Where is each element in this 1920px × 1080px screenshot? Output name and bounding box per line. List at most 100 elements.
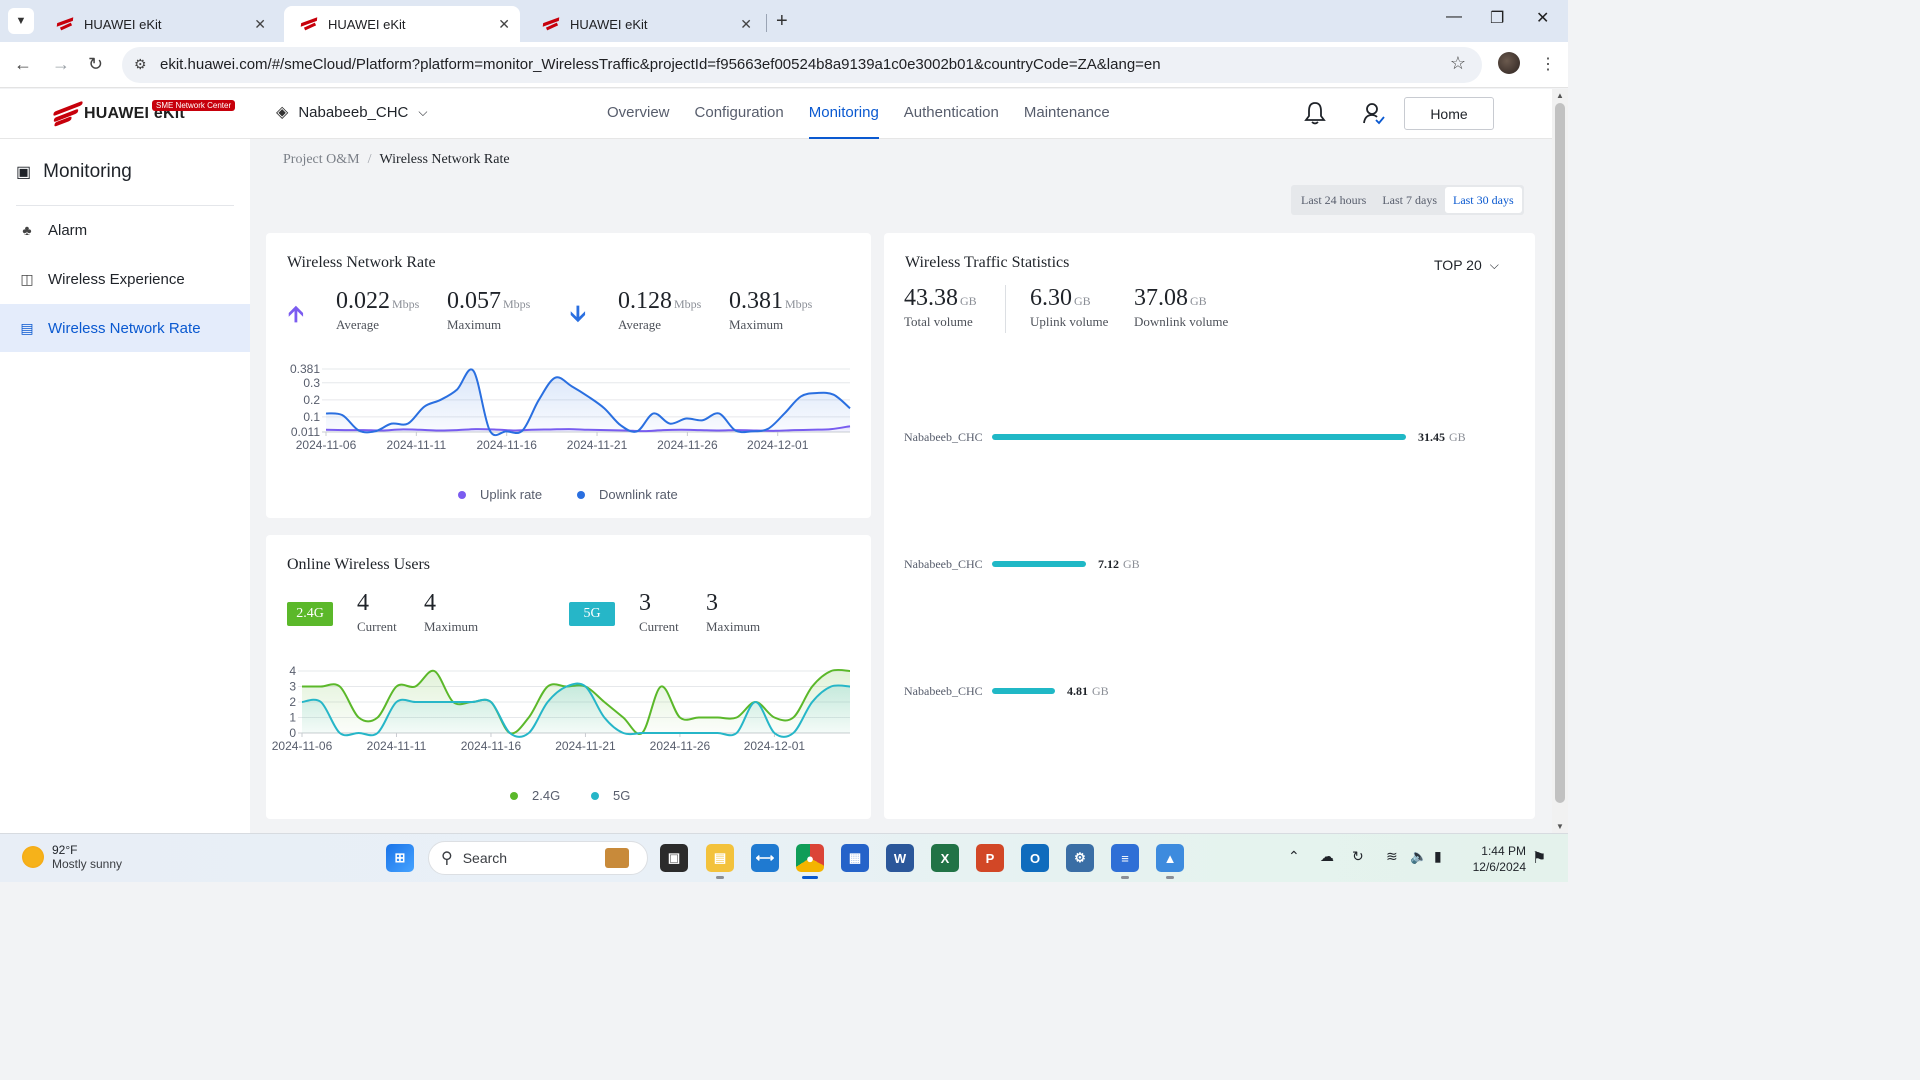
scroll-down-icon[interactable]: ▼: [1556, 822, 1564, 831]
nav-authentication[interactable]: Authentication: [904, 89, 999, 139]
maximum-value: 4: [424, 590, 436, 616]
close-icon[interactable]: ✕: [740, 16, 752, 33]
url-bar[interactable]: ⚙ ekit.huawei.com/#/smeCloud/Platform?pl…: [122, 47, 1482, 83]
scroll-up-icon[interactable]: ▲: [1556, 91, 1564, 100]
legend-downlink[interactable]: Downlink rate: [577, 487, 678, 502]
minimize-icon[interactable]: —: [1446, 8, 1462, 26]
range-last-24-hours[interactable]: Last 24 hours: [1293, 187, 1374, 213]
nav-monitoring[interactable]: Monitoring: [808, 89, 879, 139]
outlook-icon[interactable]: O: [1021, 844, 1049, 872]
browser-tab-3[interactable]: HUAWEI eKit ✕: [526, 6, 762, 42]
browser-tab-1[interactable]: HUAWEI eKit ✕: [40, 6, 276, 42]
unit-label: Mbps: [674, 297, 702, 311]
huawei-favicon-icon: [544, 18, 560, 30]
sidebar-item-wireless-network-rate[interactable]: ▤ Wireless Network Rate: [0, 304, 250, 352]
page-scrollbar[interactable]: ▲ ▼: [1552, 89, 1568, 833]
back-arrow-icon[interactable]: ←: [14, 54, 32, 75]
volume-icon[interactable]: 🔈: [1410, 848, 1427, 865]
user-account-icon[interactable]: [1362, 101, 1386, 131]
current-value: 3: [639, 590, 651, 616]
restore-icon[interactable]: ❐: [1490, 8, 1504, 28]
tab-search-button[interactable]: ▼: [8, 8, 34, 34]
current-label: Current: [357, 619, 397, 634]
x-tick-label: 2024-12-01: [744, 739, 806, 753]
x-tick-label: 2024-11-06: [296, 438, 357, 452]
huawei-ekit-logo[interactable]: HUAWEI eKit SME Network Center: [53, 100, 236, 127]
browser-menu-icon[interactable]: ⋮: [1540, 54, 1556, 74]
microsoft-store-icon[interactable]: ▦: [841, 844, 869, 872]
notification-bell-icon[interactable]: [1304, 101, 1326, 131]
window-close-icon[interactable]: ✕: [1536, 8, 1549, 28]
legend-24g[interactable]: 2.4G: [510, 788, 560, 803]
scrollbar-thumb[interactable]: [1555, 103, 1565, 803]
forward-arrow-icon[interactable]: →: [52, 54, 70, 75]
profile-avatar[interactable]: [1498, 52, 1520, 74]
nav-maintenance[interactable]: Maintenance: [1024, 89, 1110, 139]
total-volume-label: Total volume: [904, 314, 973, 329]
taskbar-search-box[interactable]: ⚲ Search: [428, 841, 648, 875]
range-last-30-days[interactable]: Last 30 days: [1444, 187, 1522, 213]
x-tick-label: 2024-11-11: [367, 739, 427, 753]
top-n-select[interactable]: TOP 20 ⌵: [1434, 257, 1499, 273]
close-icon[interactable]: ✕: [498, 16, 510, 33]
sidebar-item-alarm[interactable]: ♣ Alarm: [0, 206, 250, 254]
notepad-icon[interactable]: ≡: [1111, 844, 1139, 879]
legend-5g[interactable]: 5G: [591, 788, 630, 803]
tab-divider: [766, 14, 767, 32]
new-tab-button[interactable]: +: [776, 10, 788, 33]
word-icon[interactable]: W: [886, 844, 914, 872]
monitor-wifi-icon: ◫: [20, 270, 34, 287]
breadcrumb-parent[interactable]: Project O&M: [283, 152, 360, 167]
legend-dot: [577, 490, 585, 499]
browser-tab-2[interactable]: HUAWEI eKit ✕: [284, 6, 520, 42]
card-title: Wireless Traffic Statistics: [905, 254, 1070, 271]
legend-dot: [591, 791, 599, 800]
notification-icon[interactable]: ⚑: [1532, 848, 1546, 868]
vscode-icon[interactable]: ⟷: [751, 844, 779, 872]
bookmark-star-icon[interactable]: ☆: [1450, 53, 1466, 74]
file-explorer-icon[interactable]: ▤: [706, 844, 734, 879]
windows-start-icon[interactable]: ⊞: [386, 844, 414, 872]
photos-icon[interactable]: ▲: [1156, 844, 1184, 879]
traffic-row[interactable]: Nababeeb_CHC 31.45 GB: [904, 429, 1466, 445]
search-placeholder: Search: [462, 850, 508, 866]
y-tick-label: 0.2: [303, 393, 320, 407]
online-wireless-users-card: Online Wireless Users 2.4G 4 Current 4 M…: [266, 535, 871, 819]
band-24g-current: 4 Current: [357, 590, 397, 635]
sync-icon[interactable]: ↻: [1352, 848, 1364, 865]
band-5g-maximum: 3 Maximum: [706, 590, 760, 635]
unit-label: Mbps: [392, 297, 420, 311]
onedrive-icon[interactable]: ☁: [1320, 848, 1334, 865]
url-text[interactable]: ekit.huawei.com/#/smeCloud/Platform?plat…: [160, 56, 1161, 73]
control-panel-icon[interactable]: ⚙: [1066, 844, 1094, 872]
legend-uplink[interactable]: Uplink rate: [458, 487, 542, 502]
wifi-icon[interactable]: ≋: [1386, 848, 1398, 865]
powerpoint-icon[interactable]: P: [976, 844, 1004, 872]
traffic-row[interactable]: Nababeeb_CHC 7.12 GB: [904, 556, 1140, 572]
maximum-label: Maximum: [706, 619, 761, 634]
reload-icon[interactable]: ↻: [88, 54, 103, 75]
chevron-up-icon[interactable]: ⌃: [1288, 848, 1300, 865]
traffic-row[interactable]: Nababeeb_CHC 4.81 GB: [904, 683, 1109, 699]
system-clock[interactable]: 1:44 PM 12/6/2024: [1468, 843, 1526, 875]
site-settings-icon[interactable]: ⚙: [134, 56, 147, 73]
wireless-traffic-statistics-card: Wireless Traffic Statistics TOP 20 ⌵ 43.…: [884, 233, 1535, 819]
close-icon[interactable]: ✕: [254, 16, 266, 33]
traffic-row-value: 4.81: [1067, 683, 1088, 698]
excel-icon[interactable]: X: [931, 844, 959, 872]
x-tick-label: 2024-11-26: [650, 739, 711, 753]
uplink-maximum-value: 0.057: [447, 288, 501, 314]
sidebar-item-wireless-experience[interactable]: ◫ Wireless Experience: [0, 255, 250, 303]
home-button[interactable]: Home: [1404, 97, 1494, 130]
chrome-icon[interactable]: ●: [796, 844, 824, 879]
bell-icon: ♣: [22, 222, 32, 238]
unit-label: GB: [1123, 556, 1140, 571]
task-view-icon[interactable]: ▣: [660, 844, 688, 872]
range-last-7-days[interactable]: Last 7 days: [1374, 187, 1445, 213]
project-selector[interactable]: ◈ Nababeeb_CHC ⌵: [276, 102, 428, 122]
nav-configuration[interactable]: Configuration: [695, 89, 784, 139]
traffic-row-value: 31.45: [1418, 429, 1445, 444]
nav-overview[interactable]: Overview: [607, 89, 670, 139]
weather-widget[interactable]: 92°F Mostly sunny: [22, 843, 122, 871]
battery-icon[interactable]: ▮: [1434, 848, 1442, 865]
